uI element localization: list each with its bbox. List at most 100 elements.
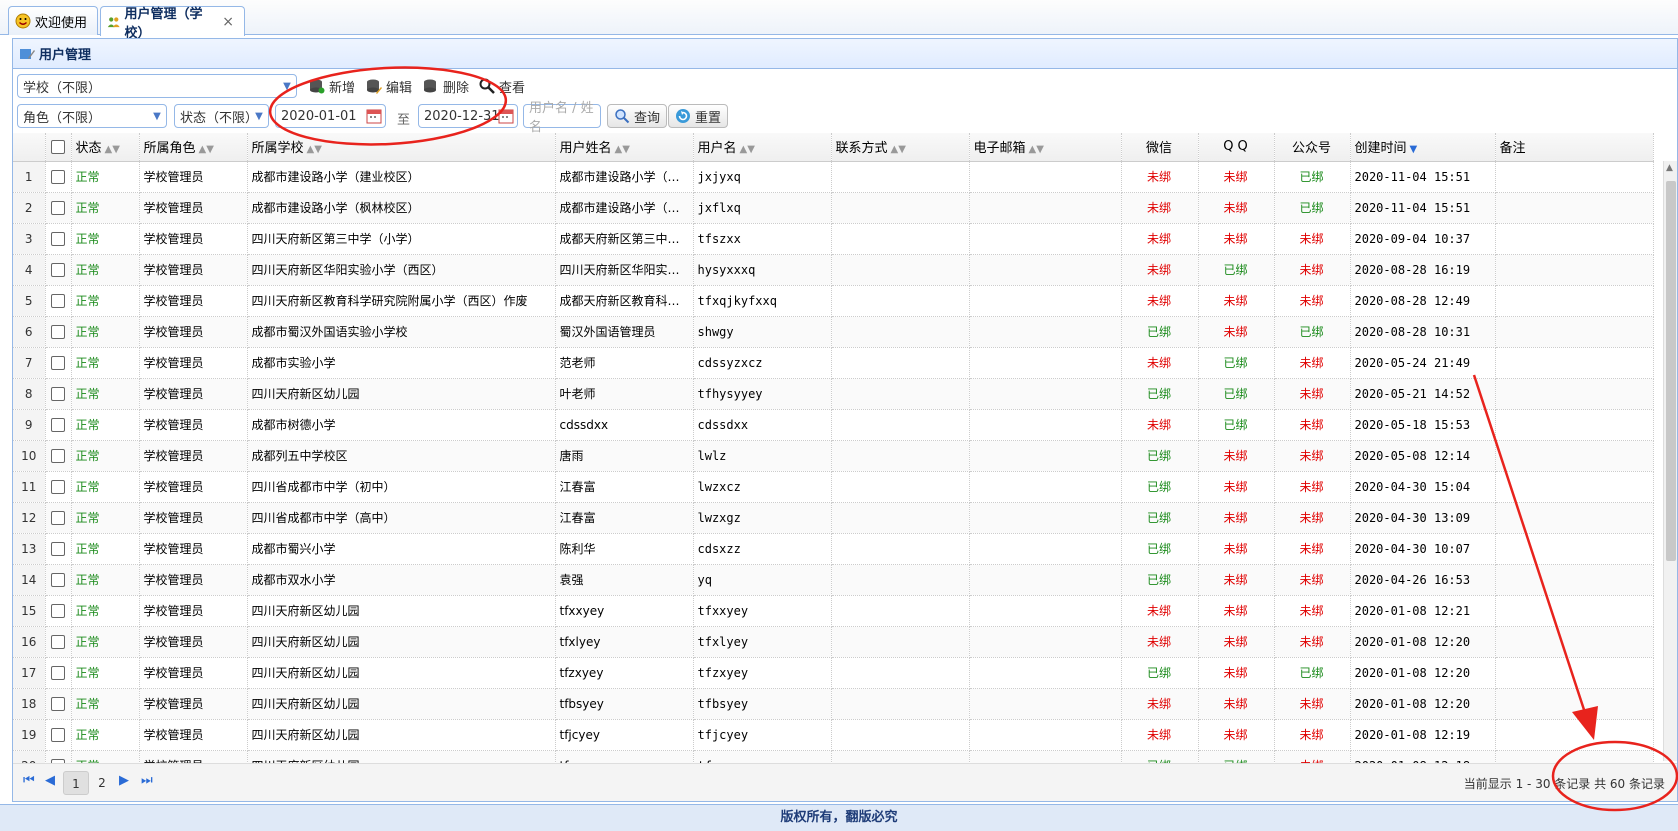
table-row[interactable]: 1 正常 学校管理员 成都市建设路小学（建业校区） 成都市建设路小学（… jxjyxq 未绑… — [13, 161, 1654, 193]
calendar-icon[interactable] — [498, 108, 514, 124]
row-checkbox[interactable] — [50, 603, 65, 618]
header-status[interactable]: 状态 ▲▼ — [71, 133, 140, 162]
reset-button[interactable]: 重置 — [668, 104, 729, 128]
row-select[interactable] — [45, 285, 72, 317]
row-checkbox[interactable] — [50, 200, 65, 215]
chevron-down-icon[interactable]: ▼ — [148, 105, 166, 127]
row-checkbox[interactable] — [50, 231, 65, 246]
table-row[interactable]: 19 正常 学校管理员 四川天府新区幼儿园 tfjcyey tfjcyey 未绑 未绑 未绑 20… — [13, 719, 1654, 751]
page-2-button[interactable]: 2 — [89, 771, 115, 795]
name-search-input[interactable]: 用户名 / 姓名 — [523, 101, 601, 135]
header-username[interactable]: 用户名 ▲▼ — [693, 133, 832, 162]
header-school[interactable]: 所属学校 ▲▼ — [247, 133, 556, 162]
first-page-icon[interactable]: ⏮ — [23, 773, 35, 788]
close-icon[interactable]: × — [222, 14, 234, 30]
header-role[interactable]: 所属角色 ▲▼ — [139, 133, 248, 162]
role-select[interactable]: 角色（不限） ▼ — [17, 104, 167, 128]
table-row[interactable]: 10 正常 学校管理员 成都列五中学校区 唐雨 lwlz 已绑 未绑 未绑 2020-05-08 … — [13, 440, 1654, 472]
header-select-all[interactable] — [45, 133, 72, 162]
row-checkbox[interactable] — [50, 541, 65, 556]
row-select[interactable] — [45, 192, 72, 224]
table-row[interactable]: 9 正常 学校管理员 成都市树德小学 cdssdxx cdssdxx 未绑 已绑 未绑 2020-… — [13, 409, 1654, 441]
vertical-scrollbar[interactable]: ▲ — [1663, 161, 1677, 761]
row-checkbox[interactable] — [50, 417, 65, 432]
chevron-down-icon[interactable]: ▼ — [250, 105, 268, 127]
page-1-button[interactable]: 1 — [63, 771, 89, 795]
table-row[interactable]: 5 正常 学校管理员 四川天府新区教育科学研究院附属小学（西区）作废 成都天府新区教育科… — [13, 285, 1654, 317]
row-checkbox[interactable] — [50, 634, 65, 649]
date-to-input[interactable]: 2020-12-31 — [418, 104, 518, 128]
row-select[interactable] — [45, 750, 72, 763]
table-row[interactable]: 17 正常 学校管理员 四川天府新区幼儿园 tfzxyey tfzxyey 已绑 未绑 已绑 20… — [13, 657, 1654, 689]
date-from-input[interactable]: 2020-01-01 — [275, 104, 386, 128]
row-select[interactable] — [45, 223, 72, 255]
header-contact[interactable]: 联系方式 ▲▼ — [831, 133, 970, 162]
row-checkbox[interactable] — [50, 665, 65, 680]
add-button[interactable]: 新增 — [305, 74, 359, 98]
school-select[interactable]: 学校（不限） ▼ — [17, 74, 297, 98]
last-page-icon[interactable]: ⏭ — [141, 773, 153, 788]
row-select[interactable] — [45, 719, 72, 751]
next-page-icon[interactable]: ▶ — [119, 773, 129, 788]
table-row[interactable]: 18 正常 学校管理员 四川天府新区幼儿园 tfbsyey tfbsyey 未绑 未绑 未绑 20… — [13, 688, 1654, 720]
row-select[interactable] — [45, 533, 72, 565]
row-checkbox[interactable] — [50, 169, 65, 184]
view-button[interactable]: 查看 — [475, 74, 529, 98]
table-row[interactable]: 13 正常 学校管理员 成都市蜀兴小学 陈利华 cdsxzz 已绑 未绑 未绑 2020-04-3… — [13, 533, 1654, 565]
row-checkbox[interactable] — [50, 572, 65, 587]
row-select[interactable] — [45, 254, 72, 286]
table-header: 状态 ▲▼ 所属角色 ▲▼ 所属学校 ▲▼ 用户姓名 ▲▼ 用户名 ▲▼ 联系方式 ▲▼ 电… — [13, 133, 1654, 162]
row-checkbox[interactable] — [50, 727, 65, 742]
row-checkbox[interactable] — [50, 479, 65, 494]
table-row[interactable]: 3 正常 学校管理员 四川天府新区第三中学（小学） 成都天府新区第三中… tfszxx 未绑… — [13, 223, 1654, 255]
row-select[interactable] — [45, 657, 72, 689]
row-select[interactable] — [45, 471, 72, 503]
header-name[interactable]: 用户姓名 ▲▼ — [555, 133, 694, 162]
delete-button[interactable]: 删除 — [419, 74, 473, 98]
row-select[interactable] — [45, 688, 72, 720]
row-checkbox[interactable] — [50, 510, 65, 525]
chevron-down-icon[interactable]: ▼ — [278, 75, 296, 97]
row-select[interactable] — [45, 564, 72, 596]
scrollbar-thumb[interactable] — [1666, 181, 1676, 561]
row-select[interactable] — [45, 595, 72, 627]
scroll-up-icon[interactable]: ▲ — [1666, 163, 1673, 173]
row-select[interactable] — [45, 316, 72, 348]
table-row[interactable]: 6 正常 学校管理员 成都市蜀汉外国语实验小学校 蜀汉外国语管理员 shwgy 已绑 未绑 已绑… — [13, 316, 1654, 348]
row-select[interactable] — [45, 502, 72, 534]
row-checkbox[interactable] — [50, 448, 65, 463]
select-all-checkbox[interactable] — [50, 139, 65, 154]
row-select[interactable] — [45, 378, 72, 410]
header-created-time[interactable]: 创建时间 ▼ — [1350, 133, 1496, 162]
prev-page-icon[interactable]: ◀ — [45, 773, 55, 788]
row-select[interactable] — [45, 440, 72, 472]
row-checkbox[interactable] — [50, 324, 65, 339]
row-select[interactable] — [45, 161, 72, 193]
row-select[interactable] — [45, 626, 72, 658]
table-row[interactable]: 4 正常 学校管理员 四川天府新区华阳实验小学（西区） 四川天府新区华阳实… hysyxx… — [13, 254, 1654, 286]
table-row[interactable]: 8 正常 学校管理员 四川天府新区幼儿园 叶老师 tfhysyyey 已绑 已绑 未绑 2020-… — [13, 378, 1654, 410]
row-checkbox[interactable] — [50, 293, 65, 308]
tab-user-management[interactable]: 用户管理（学校） × — [100, 6, 245, 41]
cell-name: 成都市建设路小学（… — [555, 161, 694, 193]
row-select[interactable] — [45, 347, 72, 379]
table-row[interactable]: 16 正常 学校管理员 四川天府新区幼儿园 tfxlyey tfxlyey 未绑 未绑 未绑 20… — [13, 626, 1654, 658]
table-row[interactable]: 2 正常 学校管理员 成都市建设路小学（枫林校区） 成都市建设路小学（… jxflxq 未绑… — [13, 192, 1654, 224]
table-row[interactable]: 20正常学校管理员四川天府新区幼儿园tfwxyeytfwxyey已绑已绑未绑20… — [13, 750, 1654, 763]
row-checkbox[interactable] — [50, 386, 65, 401]
table-row[interactable]: 12 正常 学校管理员 四川省成都市中学（高中） 江春富 lwzxgz 已绑 未绑 未绑 2020… — [13, 502, 1654, 534]
table-row[interactable]: 11 正常 学校管理员 四川省成都市中学（初中） 江春富 lwzxcz 已绑 未绑 未绑 2020… — [13, 471, 1654, 503]
row-checkbox[interactable] — [50, 262, 65, 277]
calendar-icon[interactable] — [366, 108, 382, 124]
row-checkbox[interactable] — [50, 355, 65, 370]
tab-welcome[interactable]: 欢迎使用 — [8, 6, 98, 35]
table-row[interactable]: 7 正常 学校管理员 成都市实验小学 范老师 cdssyzxcz 未绑 已绑 未绑 2020-05… — [13, 347, 1654, 379]
row-select[interactable] — [45, 409, 72, 441]
table-row[interactable]: 14 正常 学校管理员 成都市双水小学 袁强 yq 已绑 未绑 未绑 2020-04-26 16:… — [13, 564, 1654, 596]
table-row[interactable]: 15 正常 学校管理员 四川天府新区幼儿园 tfxxyey tfxxyey 未绑 未绑 未绑 20… — [13, 595, 1654, 627]
query-button[interactable]: 查询 — [607, 104, 668, 128]
row-checkbox[interactable] — [50, 696, 65, 711]
edit-button[interactable]: 编辑 — [362, 74, 416, 98]
status-select[interactable]: 状态（不限） ▼ — [174, 104, 269, 128]
header-email[interactable]: 电子邮箱 ▲▼ — [969, 133, 1122, 162]
